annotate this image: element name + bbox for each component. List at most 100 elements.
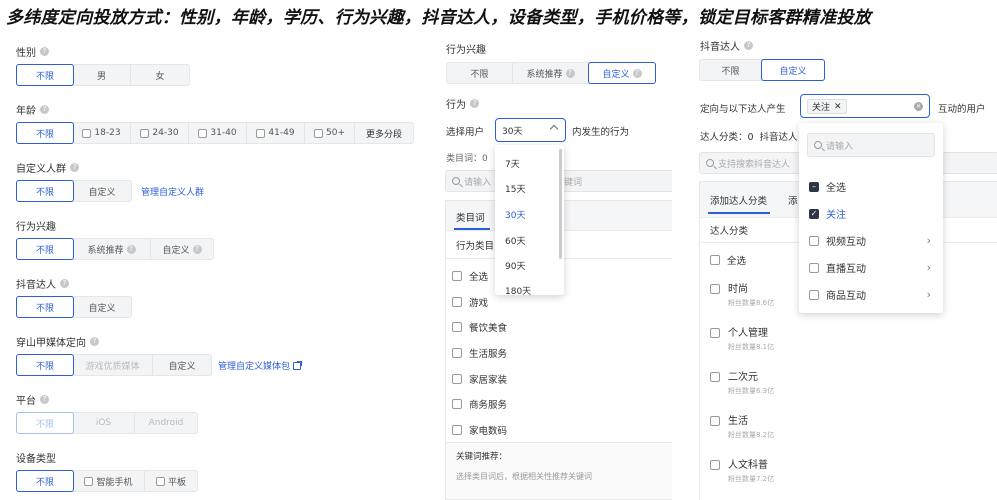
help-icon[interactable]: ? — [90, 336, 99, 346]
tab-category-words[interactable]: 类目词 — [456, 210, 485, 224]
device-option-phone[interactable]: 智能手机 — [73, 471, 145, 491]
list-item[interactable]: 餐饮美食 — [452, 320, 507, 334]
checkbox[interactable] — [710, 255, 720, 265]
list-item[interactable]: 家电数码 — [452, 423, 507, 437]
checkbox[interactable] — [256, 128, 266, 138]
checkbox[interactable] — [452, 425, 462, 435]
age-option-18-23[interactable]: 18-23 — [73, 123, 131, 143]
checkbox[interactable] — [710, 328, 720, 338]
checkbox[interactable] — [452, 297, 462, 307]
interest-option-custom[interactable]: 自定义? — [151, 239, 213, 259]
checkbox[interactable] — [452, 322, 462, 332]
pangle-option-custom[interactable]: 自定义 — [153, 355, 211, 375]
list-item[interactable]: 游戏 — [452, 295, 488, 309]
checkbox[interactable] — [140, 128, 150, 138]
help-icon[interactable]: ? — [70, 162, 79, 172]
douyin-option-custom[interactable]: 自定义 — [73, 297, 131, 317]
checkbox[interactable] — [809, 289, 819, 300]
help-icon[interactable]: ? — [40, 46, 49, 56]
kol-item[interactable]: 人文科普 粉丝数量7.2亿 — [710, 456, 774, 484]
manage-media-package-link[interactable]: 管理自定义媒体包 — [218, 359, 303, 372]
checkbox[interactable] — [82, 128, 92, 138]
checkbox[interactable] — [198, 128, 208, 138]
device-option-any[interactable]: 不限 — [16, 470, 74, 492]
kol-item[interactable]: 时尚 粉丝数量8.6亿 — [710, 280, 774, 308]
checkbox[interactable] — [155, 476, 165, 486]
checkbox[interactable] — [710, 372, 720, 382]
checkbox[interactable] — [710, 460, 720, 470]
help-icon[interactable]: ? — [60, 278, 69, 288]
help-icon[interactable]: ? — [470, 99, 479, 108]
dropdown-option[interactable]: 180天 — [505, 284, 531, 295]
platform-option-any[interactable]: 不限 — [16, 412, 74, 434]
days-select[interactable]: 30天 — [495, 118, 566, 142]
dropdown-search-input[interactable]: 请输入 — [807, 133, 935, 157]
checked-icon[interactable]: ✓ — [809, 208, 819, 219]
checkbox[interactable] — [452, 399, 462, 409]
checkbox[interactable] — [452, 271, 462, 281]
list-item[interactable]: 家居家装 — [452, 372, 507, 386]
dropdown-item-live[interactable]: 直播互动 › — [809, 260, 933, 275]
checkbox[interactable] — [452, 374, 462, 384]
age-option-41-49[interactable]: 41-49 — [247, 123, 305, 143]
checkbox[interactable] — [314, 128, 323, 138]
partial-check-icon[interactable]: – — [809, 181, 819, 192]
age-option-24-30[interactable]: 24-30 — [131, 123, 189, 143]
douyin-panel-option-custom[interactable]: 自定义 — [761, 59, 825, 81]
age-option-31-40[interactable]: 31-40 — [189, 123, 247, 143]
list-item[interactable]: 生活服务 — [452, 346, 507, 360]
gender-option-male[interactable]: 男 — [73, 65, 131, 85]
interaction-type-select[interactable]: 关注 ✕ ✕ — [800, 94, 930, 118]
gender-option-female[interactable]: 女 — [131, 65, 189, 85]
interest-panel-option-any[interactable]: 不限 — [447, 63, 513, 83]
interest-option-recommended[interactable]: 系统推荐? — [73, 239, 151, 259]
checkbox[interactable] — [710, 416, 720, 426]
dropdown-option-selected[interactable]: 30天 — [505, 208, 525, 221]
help-icon[interactable]: ? — [40, 104, 49, 114]
device-option-tablet[interactable]: 平板 — [145, 471, 197, 491]
pangle-option-any[interactable]: 不限 — [16, 354, 74, 376]
checkbox[interactable] — [84, 476, 94, 486]
interest-panel-option-recommended[interactable]: 系统推荐? — [513, 63, 589, 83]
interest-panel-option-custom[interactable]: 自定义? — [588, 62, 656, 84]
age-more-button[interactable]: 更多分段 — [355, 123, 413, 143]
dropdown-option[interactable]: 7天 — [505, 157, 520, 170]
dropdown-option[interactable]: 60天 — [505, 234, 525, 247]
checkbox[interactable] — [452, 348, 462, 358]
list-item[interactable]: 全选 — [710, 253, 746, 267]
pangle-option-game-media[interactable]: 游戏优质媒体 — [73, 355, 153, 375]
checkbox[interactable] — [809, 262, 819, 273]
platform-option-android[interactable]: Android — [135, 413, 197, 433]
kol-item[interactable]: 个人管理 粉丝数量8.1亿 — [710, 324, 774, 352]
dropdown-option[interactable]: 15天 — [505, 182, 525, 195]
dropdown-item-select-all[interactable]: – 全选 — [809, 179, 933, 194]
clear-icon[interactable]: ✕ — [914, 102, 923, 111]
manage-custom-crowd-link[interactable]: 管理自定义人群 — [141, 185, 204, 198]
age-option-50plus[interactable]: 50+ — [305, 123, 355, 143]
age-option-any[interactable]: 不限 — [16, 122, 74, 144]
kol-item[interactable]: 二次元 粉丝数量6.3亿 — [710, 368, 774, 396]
gender-option-any[interactable]: 不限 — [16, 64, 74, 86]
custom-crowd-option-custom[interactable]: 自定义 — [73, 181, 131, 201]
custom-crowd-option-any[interactable]: 不限 — [16, 180, 74, 202]
dropdown-item-product[interactable]: 商品互动 › — [809, 287, 933, 302]
dropdown-item-video[interactable]: 视频互动 › — [809, 233, 933, 248]
kol-item[interactable]: 生活 粉丝数量8.2亿 — [710, 412, 774, 440]
interest-option-any[interactable]: 不限 — [16, 238, 74, 260]
tab-add-kol-category[interactable]: 添加达人分类 — [710, 193, 767, 207]
tab-other[interactable]: 添 — [788, 193, 798, 207]
list-item[interactable]: 商务服务 — [452, 397, 507, 411]
help-icon[interactable]: ? — [744, 41, 753, 50]
douyin-panel-option-any[interactable]: 不限 — [700, 60, 762, 80]
checkbox[interactable] — [710, 284, 720, 294]
dropdown-option[interactable]: 90天 — [505, 259, 525, 272]
tag-chip: 关注 ✕ — [807, 99, 847, 114]
scrollbar[interactable] — [559, 149, 562, 259]
list-item[interactable]: 全选 — [452, 269, 488, 283]
douyin-option-any[interactable]: 不限 — [16, 296, 74, 318]
platform-option-ios[interactable]: iOS — [73, 413, 135, 433]
help-icon[interactable]: ? — [40, 394, 49, 404]
dropdown-item-follow[interactable]: ✓ 关注 — [809, 206, 933, 221]
close-icon[interactable]: ✕ — [834, 102, 842, 112]
checkbox[interactable] — [809, 235, 819, 246]
